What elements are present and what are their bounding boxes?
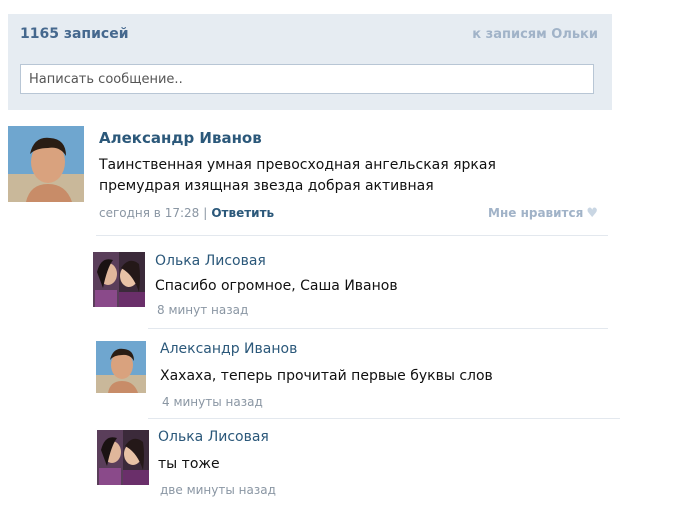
man-photo-icon (8, 126, 84, 202)
comment-text: Спасибо огромное, Саша Иванов (155, 278, 398, 294)
post-author[interactable]: Александр Иванов (99, 129, 262, 147)
post-time[interactable]: сегодня в 17:28 (99, 206, 199, 220)
comment-time[interactable]: две минуты назад (160, 483, 276, 497)
comment-author[interactable]: Олька Лисовая (158, 429, 269, 445)
comment-text: Хахаха, теперь прочитай первые буквы сло… (160, 368, 493, 384)
posts-count: 1165 записей (20, 26, 129, 42)
comment-avatar[interactable] (93, 252, 145, 307)
post-meta: сегодня в 17:28 | Ответить (99, 206, 274, 220)
post-text-line2: премудрая изящная звезда добрая активная (99, 178, 434, 194)
divider (148, 328, 608, 329)
girls-photo-icon (97, 430, 149, 485)
comment-text: ты тоже (158, 456, 220, 472)
comment-author[interactable]: Александр Иванов (160, 341, 297, 357)
heart-icon: ♥ (586, 206, 598, 221)
comment-avatar[interactable] (96, 341, 146, 393)
divider (148, 418, 620, 419)
wall-header: 1165 записей к записям Ольки (8, 14, 612, 110)
divider (96, 235, 608, 236)
comment-author[interactable]: Олька Лисовая (155, 253, 266, 269)
comment-time[interactable]: 4 минуты назад (162, 395, 263, 409)
message-input[interactable] (20, 64, 594, 94)
reply-button[interactable]: Ответить (211, 206, 274, 220)
like-label: Мне нравится (488, 206, 584, 220)
man-photo-icon (96, 341, 146, 393)
meta-separator: | (203, 206, 208, 220)
comment-avatar[interactable] (97, 430, 149, 485)
like-button[interactable]: Мне нравится ♥ (488, 206, 598, 221)
girls-photo-icon (93, 252, 145, 307)
post-text-line1: Таинственная умная превосходная ангельск… (99, 157, 496, 173)
avatar[interactable] (8, 126, 84, 202)
to-posts-link[interactable]: к записям Ольки (472, 27, 598, 42)
comment-time[interactable]: 8 минут назад (157, 303, 248, 317)
